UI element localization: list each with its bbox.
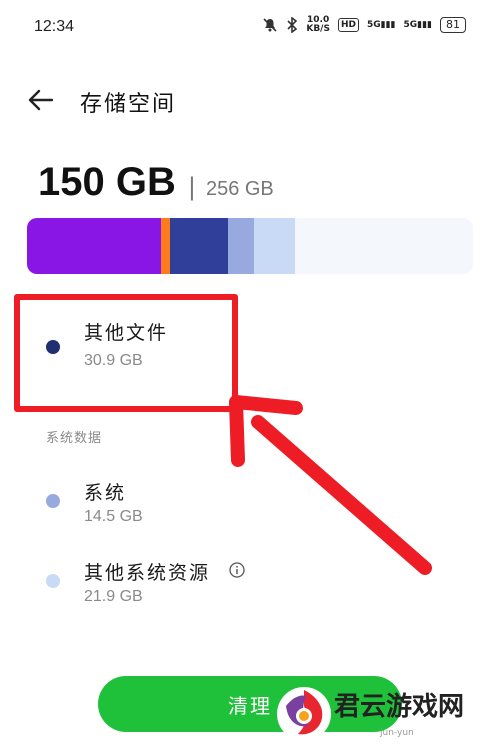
color-dot — [46, 494, 60, 508]
hd-badge: HD — [337, 18, 359, 32]
watermark-text: 君云游戏网 — [334, 692, 465, 722]
storage-total: 150 GB | 256 GB — [38, 160, 274, 205]
item-name: 系统 — [84, 482, 127, 504]
total-capacity: 256 GB — [205, 178, 274, 200]
storage-segment — [160, 218, 170, 274]
page-title: 存储空间 — [80, 92, 177, 117]
section-label-system-data: 系统数据 — [46, 431, 103, 446]
highlight-box — [14, 294, 238, 412]
watermark-emblem-icon — [277, 687, 331, 741]
storage-usage-bar — [27, 218, 473, 274]
net-speed: 10.0 KB/S — [306, 15, 330, 34]
battery-indicator: 81 — [440, 17, 466, 33]
back-arrow-icon[interactable] — [26, 86, 54, 114]
status-time: 12:34 — [34, 18, 75, 35]
storage-segment — [27, 218, 161, 274]
item-size: 21.9 GB — [84, 588, 143, 605]
info-icon[interactable] — [229, 562, 245, 578]
storage-segment — [254, 218, 295, 274]
mute-bell-icon — [263, 18, 277, 32]
watermark-logo: 君云游戏网 jun-yun — [270, 676, 500, 752]
item-size: 14.5 GB — [84, 508, 143, 525]
separator: | — [187, 173, 196, 201]
bluetooth-icon — [287, 17, 298, 33]
watermark-sub: jun-yun — [380, 728, 414, 738]
list-item-other-system-resources[interactable]: 其他系统资源 21.9 GB — [0, 558, 500, 614]
used-storage: 150 GB — [38, 160, 176, 204]
header: 存储空间 — [0, 80, 500, 120]
signal-5g-1: 5G▮▮▮ — [366, 19, 396, 30]
item-name: 其他系统资源 — [84, 562, 211, 584]
signal-5g-2: 5G▮▮▮ — [403, 19, 432, 30]
storage-segment — [227, 218, 255, 274]
status-icons: 10.0 KB/S HD 5G▮▮▮ 5G▮▮▮ 81 — [262, 16, 466, 34]
storage-segment — [169, 218, 228, 274]
color-dot — [46, 574, 60, 588]
list-item-system[interactable]: 系统 14.5 GB — [0, 478, 500, 534]
status-bar: 12:34 10.0 KB/S HD 5G▮▮▮ 5G▮▮▮ 81 — [0, 0, 500, 52]
